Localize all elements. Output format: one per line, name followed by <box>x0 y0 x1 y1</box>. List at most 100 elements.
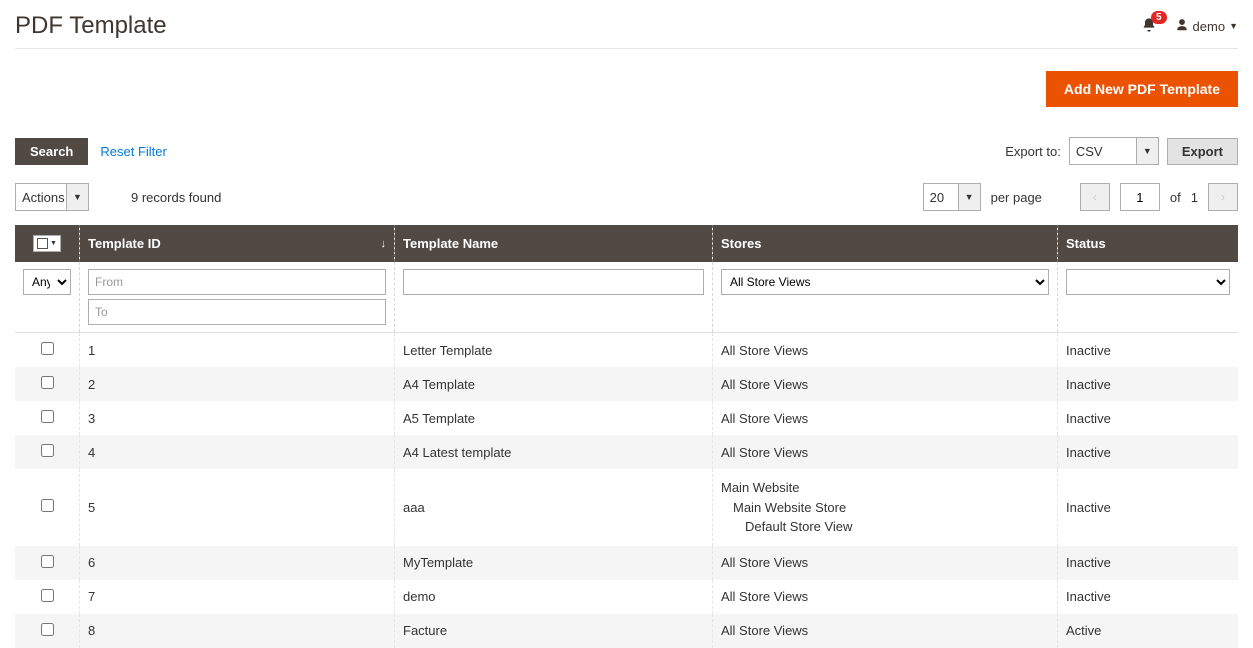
grid-controls-left: Actions ▼ 9 records found <box>15 183 221 211</box>
toolbar: Search Reset Filter Export to: CSV ▼ Exp… <box>15 129 1238 177</box>
cell-template-name: Letter Template <box>395 333 713 368</box>
filter-status-select[interactable] <box>1066 269 1230 295</box>
prev-page-button[interactable]: ‹ <box>1080 183 1110 211</box>
checkbox-icon <box>37 238 48 249</box>
cell-template-id: 7 <box>80 580 395 614</box>
page-size-select[interactable]: 20 ▼ <box>923 183 981 211</box>
cell-status: Inactive <box>1058 580 1239 614</box>
current-page-input[interactable] <box>1120 183 1160 211</box>
table-row[interactable]: 8FactureAll Store ViewsActive <box>15 614 1238 648</box>
row-checkbox[interactable] <box>41 410 54 423</box>
store-hierarchy-line: Default Store View <box>721 517 1049 537</box>
cell-stores: All Store Views <box>713 435 1058 469</box>
caret-down-icon: ▼ <box>1136 138 1158 164</box>
filter-select-cell: Any <box>15 262 80 333</box>
table-row[interactable]: 1Letter TemplateAll Store ViewsInactive <box>15 333 1238 368</box>
records-found-label: 9 records found <box>131 190 221 205</box>
total-pages-label: 1 <box>1191 190 1198 205</box>
cell-status: Inactive <box>1058 333 1239 368</box>
export-format-value: CSV <box>1076 144 1103 159</box>
row-checkbox[interactable] <box>41 623 54 636</box>
column-label: Template ID <box>88 236 161 251</box>
cell-stores: All Store Views <box>713 580 1058 614</box>
cell-template-id: 5 <box>80 469 395 546</box>
filter-any-select[interactable]: Any <box>23 269 71 295</box>
table-row[interactable]: 7demoAll Store ViewsInactive <box>15 580 1238 614</box>
cell-stores: All Store Views <box>713 546 1058 580</box>
column-header-select: ▼ <box>15 225 80 262</box>
cell-template-name: A4 Template <box>395 367 713 401</box>
row-checkbox[interactable] <box>41 342 54 355</box>
username-label: demo <box>1193 19 1226 34</box>
row-checkbox[interactable] <box>41 589 54 602</box>
cell-template-name: A5 Template <box>395 401 713 435</box>
cell-template-name: A4 Latest template <box>395 435 713 469</box>
caret-down-icon: ▼ <box>50 240 57 247</box>
filter-row: Any All Store Views <box>15 262 1238 333</box>
export-format-select[interactable]: CSV ▼ <box>1069 137 1159 165</box>
row-checkbox[interactable] <box>41 499 54 512</box>
caret-down-icon: ▼ <box>1229 21 1238 31</box>
column-header-template-name[interactable]: Template Name <box>395 225 713 262</box>
page-size-value: 20 <box>930 190 944 205</box>
cell-status: Active <box>1058 614 1239 648</box>
cell-status: Inactive <box>1058 401 1239 435</box>
filter-id-to-input[interactable] <box>88 299 386 325</box>
row-checkbox[interactable] <box>41 444 54 457</box>
cell-status: Inactive <box>1058 469 1239 546</box>
sort-down-icon: ↓ <box>381 238 387 250</box>
chevron-right-icon: › <box>1221 190 1225 204</box>
row-checkbox[interactable] <box>41 555 54 568</box>
page-title: PDF Template <box>15 12 167 40</box>
select-all-checkbox[interactable]: ▼ <box>33 235 61 252</box>
column-label: Status <box>1066 236 1106 251</box>
filter-stores-cell: All Store Views <box>713 262 1058 333</box>
table-row[interactable]: 4A4 Latest templateAll Store ViewsInacti… <box>15 435 1238 469</box>
cell-status: Inactive <box>1058 435 1239 469</box>
page-header: PDF Template 5 demo ▼ <box>15 0 1238 48</box>
grid-body: 1Letter TemplateAll Store ViewsInactive2… <box>15 333 1238 648</box>
per-page-label: per page <box>991 190 1042 205</box>
mass-actions-select[interactable]: Actions ▼ <box>15 183 89 211</box>
row-checkbox[interactable] <box>41 376 54 389</box>
reset-filter-link[interactable]: Reset Filter <box>100 144 166 159</box>
cell-status: Inactive <box>1058 367 1239 401</box>
search-button[interactable]: Search <box>15 138 88 165</box>
caret-down-icon: ▼ <box>66 184 88 210</box>
column-header-status[interactable]: Status <box>1058 225 1239 262</box>
row-select-cell <box>15 333 80 368</box>
user-icon <box>1175 18 1189 35</box>
toolbar-right: Export to: CSV ▼ Export <box>1005 137 1238 165</box>
user-dropdown[interactable]: demo ▼ <box>1175 18 1238 35</box>
cell-template-id: 8 <box>80 614 395 648</box>
table-row[interactable]: 2A4 TemplateAll Store ViewsInactive <box>15 367 1238 401</box>
actions-value: Actions <box>22 190 65 205</box>
notification-button[interactable]: 5 <box>1141 17 1157 36</box>
row-select-cell <box>15 614 80 648</box>
table-row[interactable]: 6MyTemplateAll Store ViewsInactive <box>15 546 1238 580</box>
filter-id-cell <box>80 262 395 333</box>
cell-template-id: 3 <box>80 401 395 435</box>
row-select-cell <box>15 367 80 401</box>
caret-down-icon: ▼ <box>958 184 980 210</box>
store-hierarchy-line: Main Website Store <box>721 498 1049 518</box>
cell-status: Inactive <box>1058 546 1239 580</box>
add-new-button[interactable]: Add New PDF Template <box>1046 71 1238 107</box>
grid-controls: Actions ▼ 9 records found 20 ▼ per page … <box>15 177 1238 225</box>
column-header-template-id[interactable]: Template ID ↓ <box>80 225 395 262</box>
export-button[interactable]: Export <box>1167 138 1238 165</box>
data-grid: ▼ Template ID ↓ Template Name Stores Sta… <box>15 225 1238 648</box>
filter-id-from-input[interactable] <box>88 269 386 295</box>
store-hierarchy-line: Main Website <box>721 478 1049 498</box>
table-row[interactable]: 5aaaMain WebsiteMain Website StoreDefaul… <box>15 469 1238 546</box>
filter-stores-select[interactable]: All Store Views <box>721 269 1049 295</box>
row-select-cell <box>15 546 80 580</box>
cell-stores: All Store Views <box>713 367 1058 401</box>
row-select-cell <box>15 401 80 435</box>
filter-name-cell <box>395 262 713 333</box>
column-header-stores[interactable]: Stores <box>713 225 1058 262</box>
next-page-button[interactable]: › <box>1208 183 1238 211</box>
filter-name-input[interactable] <box>403 269 704 295</box>
table-row[interactable]: 3A5 TemplateAll Store ViewsInactive <box>15 401 1238 435</box>
export-to-label: Export to: <box>1005 144 1061 159</box>
